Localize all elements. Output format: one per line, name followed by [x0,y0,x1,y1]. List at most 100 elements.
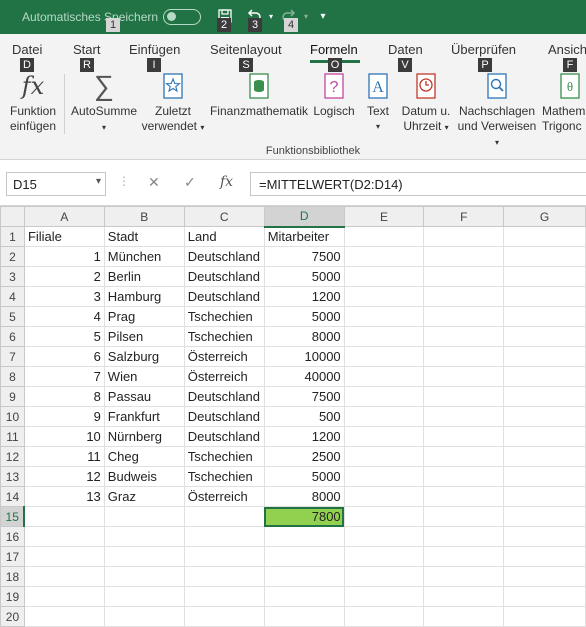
cell-b15[interactable] [103,506,185,527]
cell-b14[interactable]: Graz [103,486,185,507]
cell-b8[interactable]: Wien [103,366,185,387]
row-header[interactable]: 3 [0,266,25,287]
cell-g14[interactable] [503,486,586,507]
cell-d19[interactable] [263,586,345,607]
cell-d17[interactable] [263,546,345,567]
row-header[interactable]: 5 [0,306,25,327]
row-header[interactable]: 10 [0,406,25,427]
cell-g1[interactable] [503,226,586,247]
cell-c7[interactable]: Österreich [183,346,265,367]
cell-a6[interactable]: 5 [23,326,105,347]
cell-g13[interactable] [503,466,586,487]
cell-d16[interactable] [263,526,345,547]
cell-f17[interactable] [423,546,505,567]
cell-a8[interactable]: 7 [23,366,105,387]
cell-c1[interactable]: Land [183,226,265,247]
cell-e5[interactable] [343,306,425,327]
autosum-button[interactable]: ∑ AutoSumme ▾ [68,72,140,135]
row-header[interactable]: 14 [0,486,25,507]
cell-c6[interactable]: Tschechien [183,326,265,347]
column-header-c[interactable]: C [183,206,265,227]
formula-input[interactable]: =MITTELWERT(D2:D14) [250,172,586,196]
cell-c19[interactable] [183,586,265,607]
cell-f7[interactable] [423,346,505,367]
row-header[interactable]: 11 [0,426,25,447]
cell-e11[interactable] [343,426,425,447]
tab-page-layout[interactable]: Seitenlayout [210,42,282,57]
row-header[interactable]: 15 [0,506,26,527]
cell-c10[interactable]: Deutschland [183,406,265,427]
cell-g10[interactable] [503,406,586,427]
cell-f13[interactable] [423,466,505,487]
cell-f1[interactable] [423,226,505,247]
row-header[interactable]: 20 [0,606,25,627]
tab-file[interactable]: Datei [12,42,42,57]
column-header-f[interactable]: F [423,206,505,227]
cell-b17[interactable] [103,546,185,567]
cell-d4[interactable]: 1200 [263,286,345,307]
column-header-d[interactable]: D [263,206,345,228]
date-time-button[interactable]: Datum u. Uhrzeit ▾ [398,72,454,135]
cell-c5[interactable]: Tschechien [183,306,265,327]
cell-b18[interactable] [103,566,185,587]
row-header[interactable]: 16 [0,526,25,547]
cell-g3[interactable] [503,266,586,287]
cell-e7[interactable] [343,346,425,367]
row-header[interactable]: 18 [0,566,25,587]
cell-g12[interactable] [503,446,586,467]
cell-e1[interactable] [343,226,425,247]
cell-c8[interactable]: Österreich [183,366,265,387]
cell-e12[interactable] [343,446,425,467]
insert-function-button[interactable]: fx Funktion einfügen [4,72,62,134]
tab-view[interactable]: Ansicht [548,42,586,57]
confirm-icon[interactable]: ✓ [184,174,196,191]
cell-d18[interactable] [263,566,345,587]
cell-a5[interactable]: 4 [23,306,105,327]
row-header[interactable]: 9 [0,386,25,407]
cell-a12[interactable]: 11 [23,446,105,467]
cell-c4[interactable]: Deutschland [183,286,265,307]
cell-e18[interactable] [343,566,425,587]
cell-d7[interactable]: 10000 [263,346,345,367]
tab-insert[interactable]: Einfügen [129,42,180,57]
cell-f2[interactable] [423,246,505,267]
customize-toolbar-icon[interactable]: ▾ [314,8,332,26]
row-header[interactable]: 19 [0,586,25,607]
cell-g11[interactable] [503,426,586,447]
cell-d20[interactable] [263,606,345,627]
cell-d11[interactable]: 1200 [263,426,345,447]
cell-c3[interactable]: Deutschland [183,266,265,287]
cell-g15[interactable] [503,506,586,527]
cell-b6[interactable]: Pilsen [103,326,185,347]
cell-b10[interactable]: Frankfurt [103,406,185,427]
cell-e4[interactable] [343,286,425,307]
cell-c17[interactable] [183,546,265,567]
cell-a11[interactable]: 10 [23,426,105,447]
cell-b1[interactable]: Stadt [103,226,185,247]
cell-e14[interactable] [343,486,425,507]
cell-d3[interactable]: 5000 [263,266,345,287]
cell-f16[interactable] [423,526,505,547]
cell-c2[interactable]: Deutschland [183,246,265,267]
cell-c18[interactable] [183,566,265,587]
cell-e15[interactable] [343,506,425,527]
cell-e13[interactable] [343,466,425,487]
financial-button[interactable]: Finanzmathematik [208,72,310,119]
cell-c13[interactable]: Tschechien [183,466,265,487]
cell-a17[interactable] [23,546,105,567]
cell-a2[interactable]: 1 [23,246,105,267]
cell-e3[interactable] [343,266,425,287]
cell-e10[interactable] [343,406,425,427]
cell-g20[interactable] [503,606,586,627]
recently-used-button[interactable]: Zuletzt verwendet ▾ [140,72,206,135]
cell-a19[interactable] [23,586,105,607]
cell-d10[interactable]: 500 [263,406,345,427]
cell-a18[interactable] [23,566,105,587]
cell-g6[interactable] [503,326,586,347]
cell-a20[interactable] [23,606,105,627]
cell-d6[interactable]: 8000 [263,326,345,347]
cell-d2[interactable]: 7500 [263,246,345,267]
row-header[interactable]: 1 [0,226,25,247]
cell-a16[interactable] [23,526,105,547]
cell-b16[interactable] [103,526,185,547]
